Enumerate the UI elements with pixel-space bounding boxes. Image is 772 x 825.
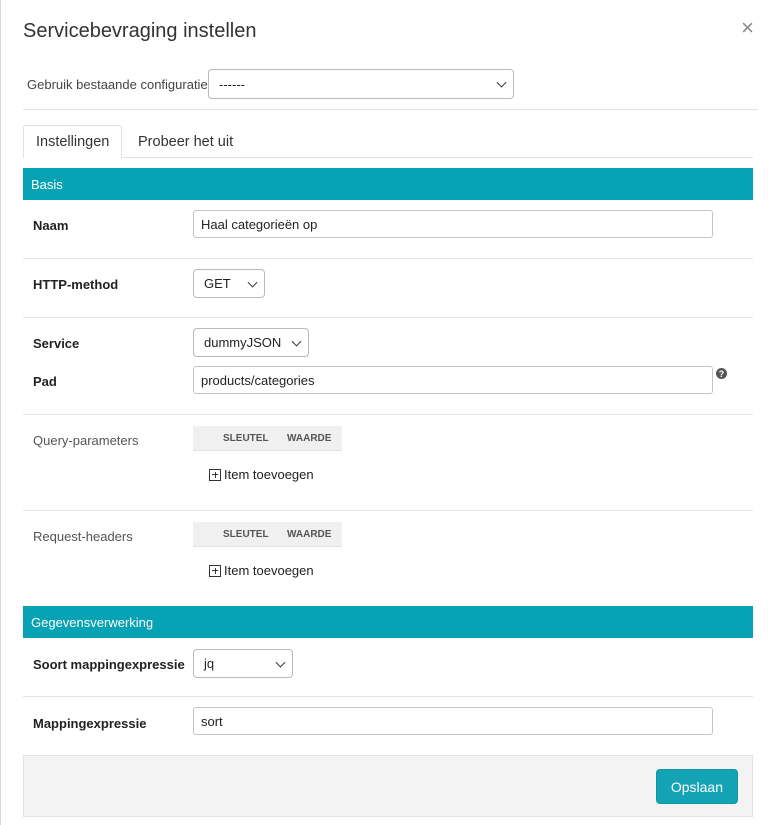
divider xyxy=(23,510,753,511)
save-button[interactable]: Opslaan xyxy=(655,769,738,804)
section-gegevensverwerking: Gegevensverwerking xyxy=(23,606,753,638)
plus-square-icon xyxy=(209,468,221,481)
http-method-value: GET xyxy=(204,276,231,291)
query-parameters-table-header: SLEUTEL WAARDE xyxy=(193,426,342,451)
dialog-title: Servicebevraging instellen xyxy=(23,20,257,42)
add-request-header-button[interactable]: Item toevoegen xyxy=(209,563,314,578)
request-headers-label: Request-headers xyxy=(33,529,133,544)
tab-probeer-het-uit[interactable]: Probeer het uit xyxy=(126,125,245,158)
existing-config-label: Gebruik bestaande configuratie xyxy=(27,76,208,92)
divider xyxy=(23,109,758,110)
section-basis: Basis xyxy=(23,168,753,200)
mapping-expression-label: Mappingexpressie xyxy=(33,716,147,731)
column-header-waarde: WAARDE xyxy=(287,529,332,540)
mapping-type-label: Soort mappingexpressie xyxy=(33,657,185,672)
tab-bar: Instellingen Probeer het uit xyxy=(23,125,753,159)
add-item-label: Item toevoegen xyxy=(224,467,314,482)
request-headers-table-header: SLEUTEL WAARDE xyxy=(193,522,342,547)
divider xyxy=(23,414,753,415)
service-value: dummyJSON xyxy=(204,335,282,350)
service-select[interactable]: dummyJSON xyxy=(193,328,309,357)
divider xyxy=(23,317,753,318)
divider xyxy=(23,696,753,697)
tab-instellingen[interactable]: Instellingen xyxy=(23,125,123,159)
query-parameters-label: Query-parameters xyxy=(33,433,139,448)
pad-label: Pad xyxy=(33,374,57,389)
chevron-down-icon xyxy=(496,77,507,88)
service-query-dialog: Servicebevraging instellen × Gebruik bes… xyxy=(0,0,772,825)
chevron-down-icon xyxy=(291,336,302,347)
add-item-label: Item toevoegen xyxy=(224,563,314,578)
mapping-type-value: jq xyxy=(204,656,215,671)
plus-square-icon xyxy=(209,564,221,577)
column-header-sleutel: SLEUTEL xyxy=(223,433,269,444)
column-header-waarde: WAARDE xyxy=(287,433,332,444)
divider xyxy=(23,258,753,259)
existing-config-row: Gebruik bestaande configuratie ------ xyxy=(27,68,514,100)
add-query-parameter-button[interactable]: Item toevoegen xyxy=(209,467,314,482)
http-method-label: HTTP-method xyxy=(33,277,119,292)
naam-label: Naam xyxy=(33,218,69,233)
mapping-type-select[interactable]: jq xyxy=(193,649,293,678)
pad-input[interactable]: products/categories xyxy=(193,366,713,394)
column-header-sleutel: SLEUTEL xyxy=(223,529,269,540)
chevron-down-icon xyxy=(247,277,258,288)
existing-config-value: ------ xyxy=(219,76,245,92)
dialog-footer: Opslaan xyxy=(23,755,753,817)
close-icon[interactable]: × xyxy=(741,17,754,39)
existing-config-select[interactable]: ------ xyxy=(208,69,514,99)
service-label: Service xyxy=(33,336,80,351)
http-method-select[interactable]: GET xyxy=(193,269,265,298)
chevron-down-icon xyxy=(275,657,286,668)
mapping-expression-input[interactable]: sort xyxy=(193,707,713,735)
help-icon[interactable]: ? xyxy=(716,368,727,379)
naam-input[interactable]: Haal categorieën op xyxy=(193,210,713,238)
